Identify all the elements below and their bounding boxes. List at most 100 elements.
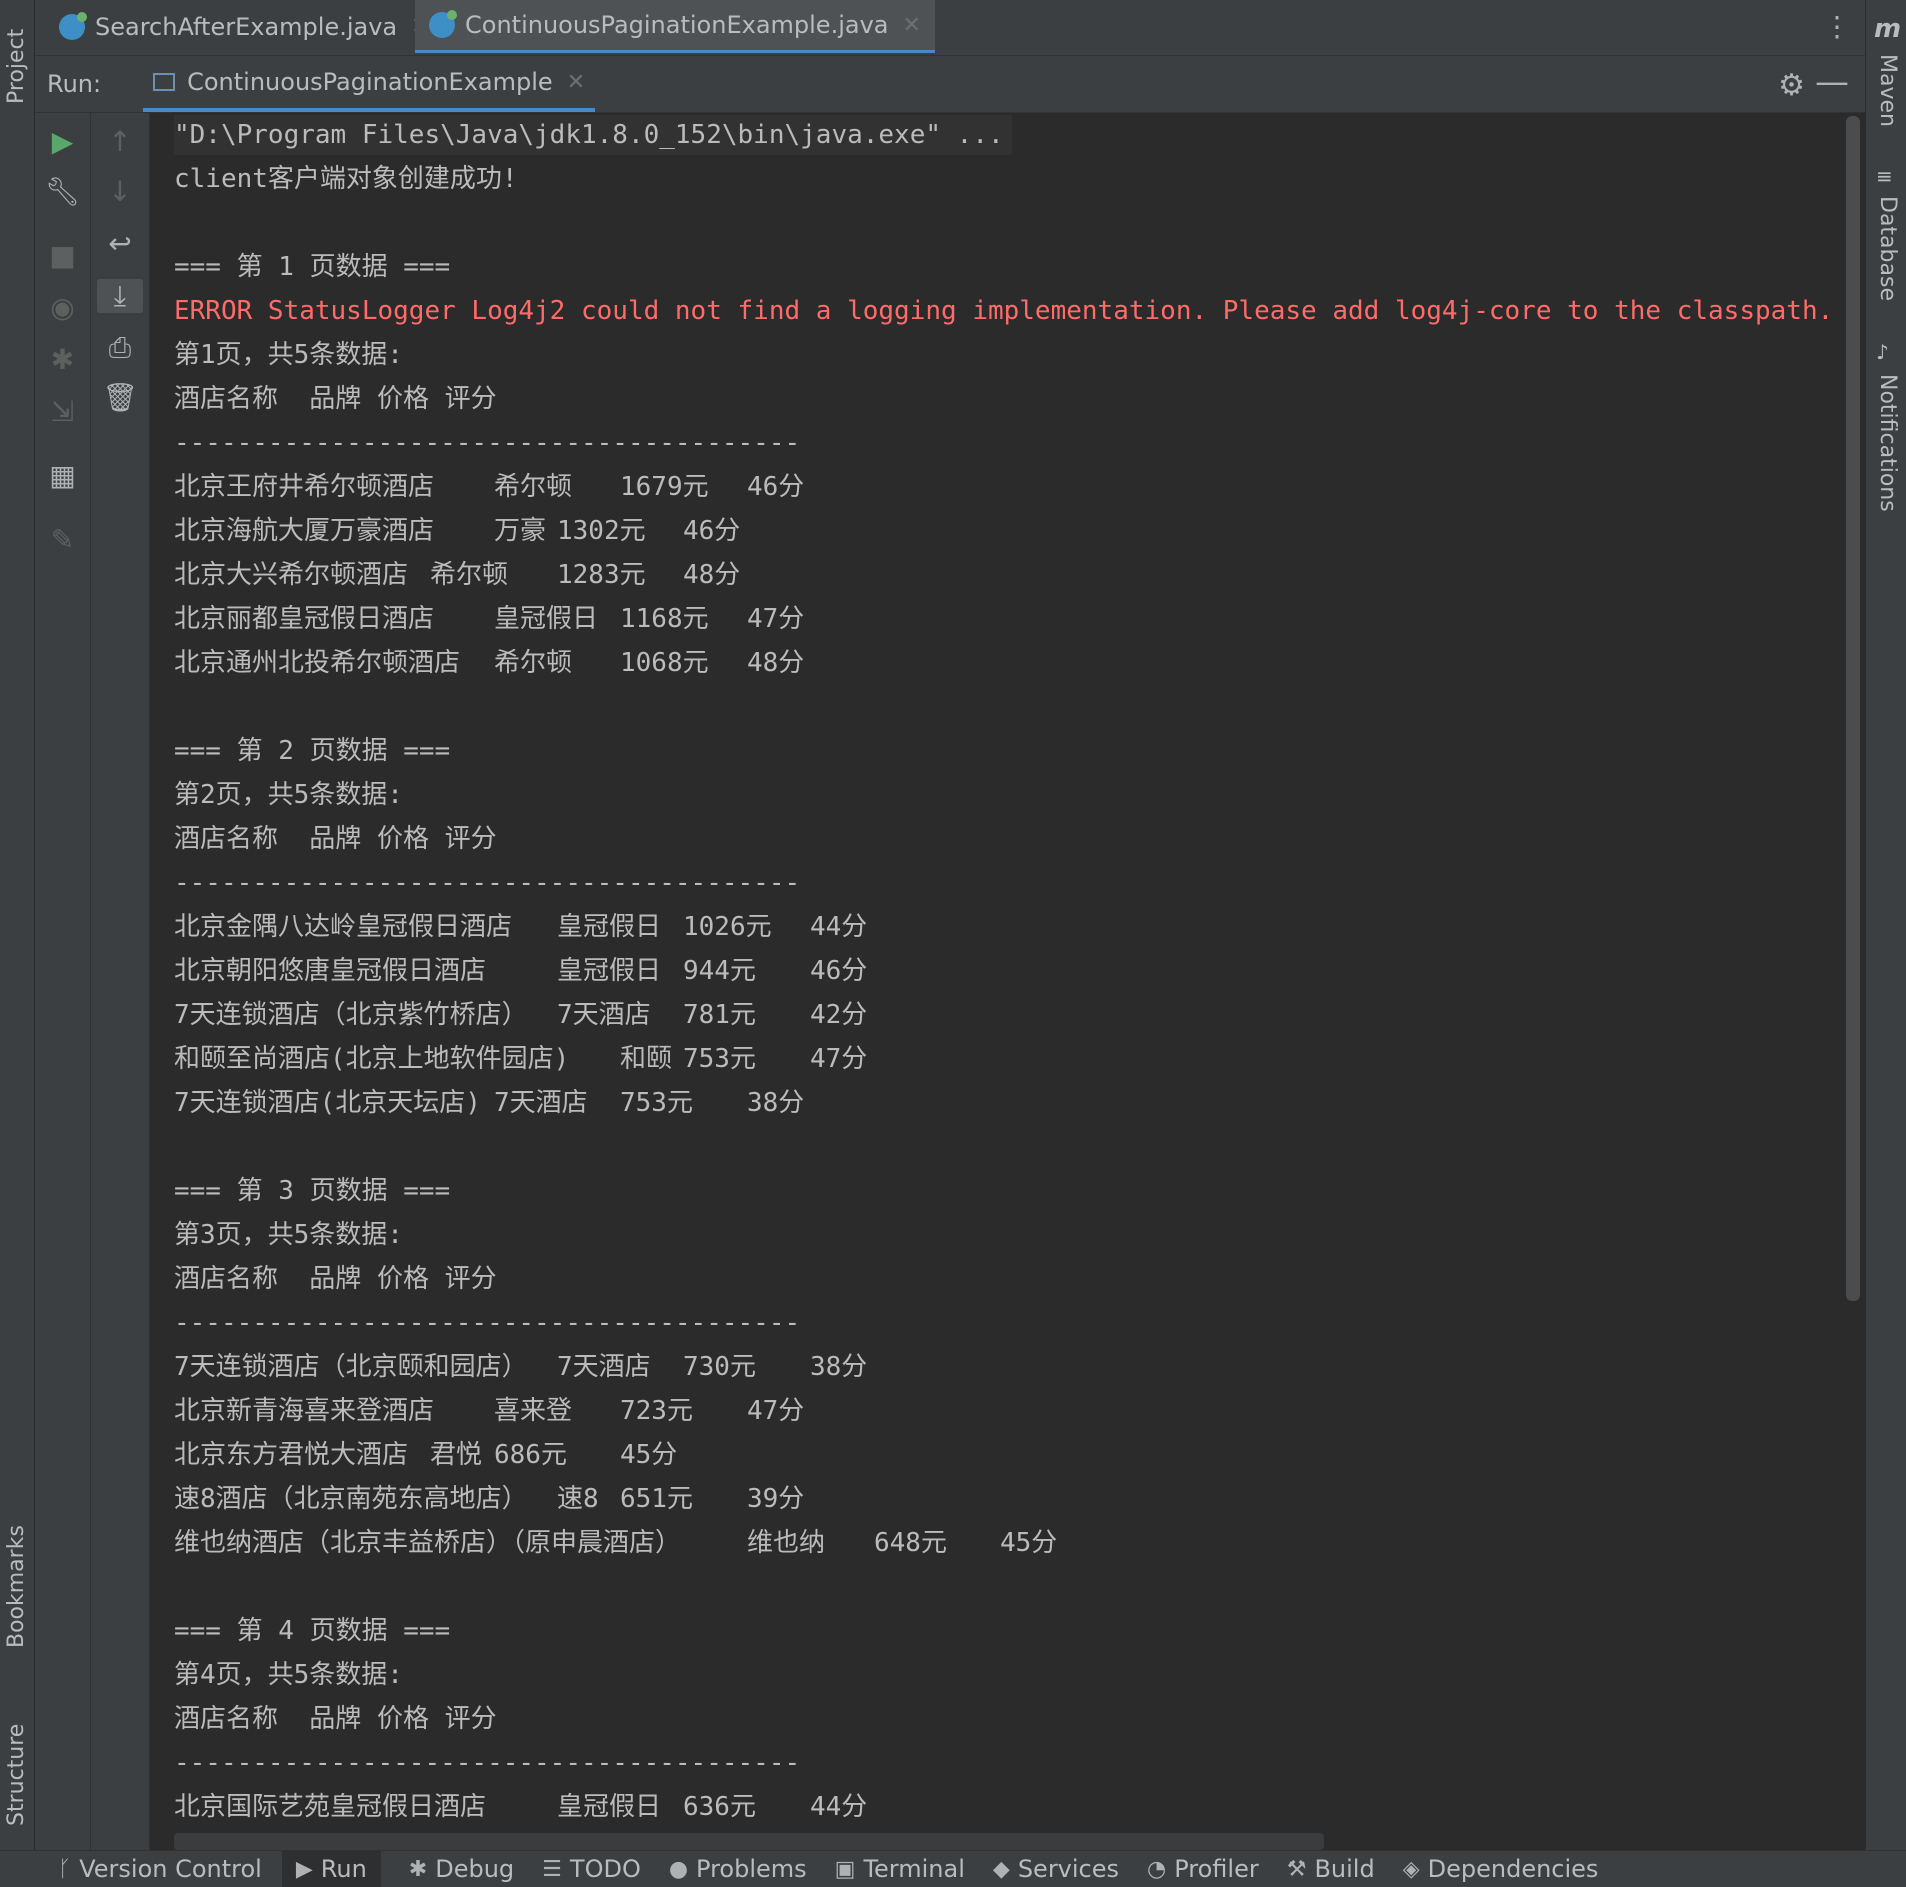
run-panel-header: Run: ContinuousPaginationExample ✕ ⚙ — (35, 56, 1865, 113)
table-row: 和颐至尚酒店(北京上地软件园店) 和颐 753元 47分 (174, 1044, 868, 1074)
rerun-icon[interactable]: ▶ (35, 125, 90, 158)
tab-continuous-pagination-example[interactable]: ContinuousPaginationExample.java ✕ (415, 0, 935, 53)
scroll-to-end-icon[interactable]: ⤓ (97, 279, 143, 313)
wrench-icon[interactable]: 🔧︎ (35, 175, 90, 208)
todo-button[interactable]: ☰ TODO (542, 1855, 641, 1883)
page-title: === 第 3 页数据 === (174, 1176, 451, 1206)
console-window-icon (153, 73, 176, 91)
bookmarks-tool-button[interactable]: Bookmarks (0, 1490, 34, 1650)
branch-icon: ᚴ (58, 1856, 72, 1882)
table-row: 北京丽都皇冠假日酒店 皇冠假日 1168元 47分 (174, 604, 805, 634)
print-icon[interactable]: ⎙ (91, 331, 149, 365)
bug-icon: ✱ (408, 1856, 428, 1882)
divider: ---------------------------------------- (174, 868, 801, 898)
camera-icon[interactable]: ◉ (35, 291, 90, 324)
run-toolbar-primary: ▶ 🔧︎ ■ ◉ ✱ ⇲ ▦ ✎ (35, 113, 91, 1850)
run-config-tab[interactable]: ContinuousPaginationExample ✕ (143, 56, 596, 112)
run-toolbar-secondary: ↑ ↓ ↩ ⤓ ⎙ 🗑︎ (91, 113, 150, 1850)
soft-wrap-icon[interactable]: ↩ (91, 227, 149, 260)
table-row: 7天连锁酒店(北京天坛店) 7天酒店 753元 38分 (174, 1088, 805, 1118)
close-icon[interactable]: ✕ (902, 13, 920, 38)
tab-label: ContinuousPaginationExample.java (465, 11, 889, 39)
table-header: 酒店名称 品牌 价格 评分 (174, 824, 497, 854)
table-row: 北京金隅八达岭皇冠假日酒店 皇冠假日 1026元 44分 (174, 912, 868, 942)
layout-icon[interactable]: ▦ (35, 459, 90, 492)
bell-icon: ♪ (1876, 340, 1889, 364)
java-class-icon (59, 11, 87, 40)
page-count: 第1页，共5条数据: (174, 340, 403, 370)
project-label: Project (4, 28, 29, 104)
more-options-icon[interactable]: ⋮ (1823, 10, 1851, 43)
java-class-icon (429, 10, 457, 38)
gear-icon[interactable]: ⚙ (1778, 68, 1805, 103)
login-icon[interactable]: ⇲ (35, 395, 90, 428)
build-button[interactable]: ⚒ Build (1287, 1855, 1375, 1883)
minimize-icon[interactable]: — (1815, 62, 1849, 102)
page-count: 第4页，共5条数据: (174, 1660, 403, 1690)
run-button[interactable]: ▶ Run (281, 1851, 381, 1887)
database-tool-button[interactable]: Database (1875, 196, 1900, 301)
profiler-button[interactable]: ◔ Profiler (1147, 1855, 1259, 1883)
maven-icon: m (1874, 14, 1902, 44)
structure-tool-button[interactable]: Structure (0, 1680, 34, 1830)
page-title: === 第 2 页数据 === (174, 736, 451, 766)
table-row: 维也纳酒店（北京丰益桥店）（原申晨酒店） 维也纳 648元 45分 (174, 1528, 1058, 1558)
table-row: 北京王府井希尔顿酒店 希尔顿 1679元 46分 (174, 472, 805, 502)
table-row: 北京东方君悦大酒店 君悦 686元 45分 (174, 1440, 678, 1470)
dependencies-icon: ◈ (1402, 1856, 1420, 1882)
table-row: 北京新青海喜来登酒店 喜来登 723元 47分 (174, 1396, 805, 1426)
divider: ---------------------------------------- (174, 428, 801, 458)
maven-tool-button[interactable]: Maven (1875, 54, 1900, 127)
page-title: === 第 1 页数据 === (174, 252, 451, 282)
command-line: "D:\Program Files\Java\jdk1.8.0_152\bin\… (174, 115, 1012, 155)
warning-icon: ● (668, 1856, 689, 1882)
project-tool-button[interactable]: Project (0, 0, 34, 120)
up-arrow-icon[interactable]: ↑ (91, 125, 149, 158)
debug-button[interactable]: ✱ Debug (409, 1855, 514, 1883)
editor-tab-bar: SearchAfterExample.java ✕ ContinuousPagi… (35, 0, 1865, 56)
list-icon: ☰ (542, 1856, 562, 1882)
database-icon: ≡ (1876, 164, 1893, 188)
divider: ---------------------------------------- (174, 1308, 801, 1338)
notifications-tool-button[interactable]: Notifications (1875, 374, 1900, 512)
tab-search-after-example[interactable]: SearchAfterExample.java ✕ (45, 0, 444, 53)
terminal-button[interactable]: ▣ Terminal (835, 1855, 965, 1883)
table-row: 北京大兴希尔顿酒店 希尔顿 1283元 48分 (174, 560, 741, 590)
profiler-icon: ◔ (1147, 1856, 1167, 1882)
terminal-icon: ▣ (834, 1856, 856, 1882)
hammer-icon: ⚒ (1286, 1856, 1307, 1882)
structure-label: Structure (4, 1723, 29, 1826)
run-label: Run: (47, 70, 102, 98)
services-icon: ◆ (992, 1856, 1010, 1882)
dependencies-button[interactable]: ◈ Dependencies (1403, 1855, 1599, 1883)
problems-button[interactable]: ● Problems (669, 1855, 807, 1883)
console-output[interactable]: "D:\Program Files\Java\jdk1.8.0_152\bin\… (150, 113, 1831, 1850)
debug-bug-icon[interactable]: ✱ (35, 343, 90, 376)
version-control-button[interactable]: ᚴ Version Control (58, 1855, 262, 1883)
run-tab-label: ContinuousPaginationExample (187, 68, 553, 96)
table-header: 酒店名称 品牌 价格 评分 (174, 1264, 497, 1294)
bookmarks-label: Bookmarks (4, 1525, 29, 1648)
table-row: 速8酒店（北京南苑东高地店） 速8 651元 39分 (174, 1484, 805, 1514)
vertical-scrollbar[interactable] (1846, 116, 1860, 1301)
table-row: 7天连锁酒店（北京紫竹桥店） 7天酒店 781元 42分 (174, 1000, 868, 1030)
table-header: 酒店名称 品牌 价格 评分 (174, 1704, 497, 1734)
horizontal-scrollbar[interactable] (174, 1833, 1324, 1850)
table-row: 7天连锁酒店（北京颐和园店） 7天酒店 730元 38分 (174, 1352, 868, 1382)
right-tool-strip: m Maven ≡ Database ♪ Notifications (1865, 0, 1906, 1886)
tool-window-bar: ᚴ Version Control ▶ Run ✱ Debug ☰ TODO ● Prob… (0, 1850, 1906, 1887)
close-icon[interactable]: ✕ (567, 70, 585, 95)
trash-icon[interactable]: 🗑︎ (91, 381, 149, 414)
divider: ---------------------------------------- (174, 1748, 801, 1778)
play-icon: ▶ (295, 1856, 313, 1882)
services-button[interactable]: ◆ Services (993, 1855, 1119, 1883)
error-line: ERROR StatusLogger Log4j2 could not find… (174, 296, 1831, 326)
pin-icon[interactable]: ✎ (35, 523, 90, 556)
table-header: 酒店名称 品牌 价格 评分 (174, 384, 497, 414)
tab-label: SearchAfterExample.java (95, 12, 398, 41)
page-title: === 第 4 页数据 === (174, 1616, 451, 1646)
table-row: 北京国际艺苑皇冠假日酒店 皇冠假日 636元 44分 (174, 1792, 868, 1822)
down-arrow-icon[interactable]: ↓ (91, 175, 149, 208)
stop-icon[interactable]: ■ (35, 239, 90, 272)
page-count: 第3页，共5条数据: (174, 1220, 403, 1250)
